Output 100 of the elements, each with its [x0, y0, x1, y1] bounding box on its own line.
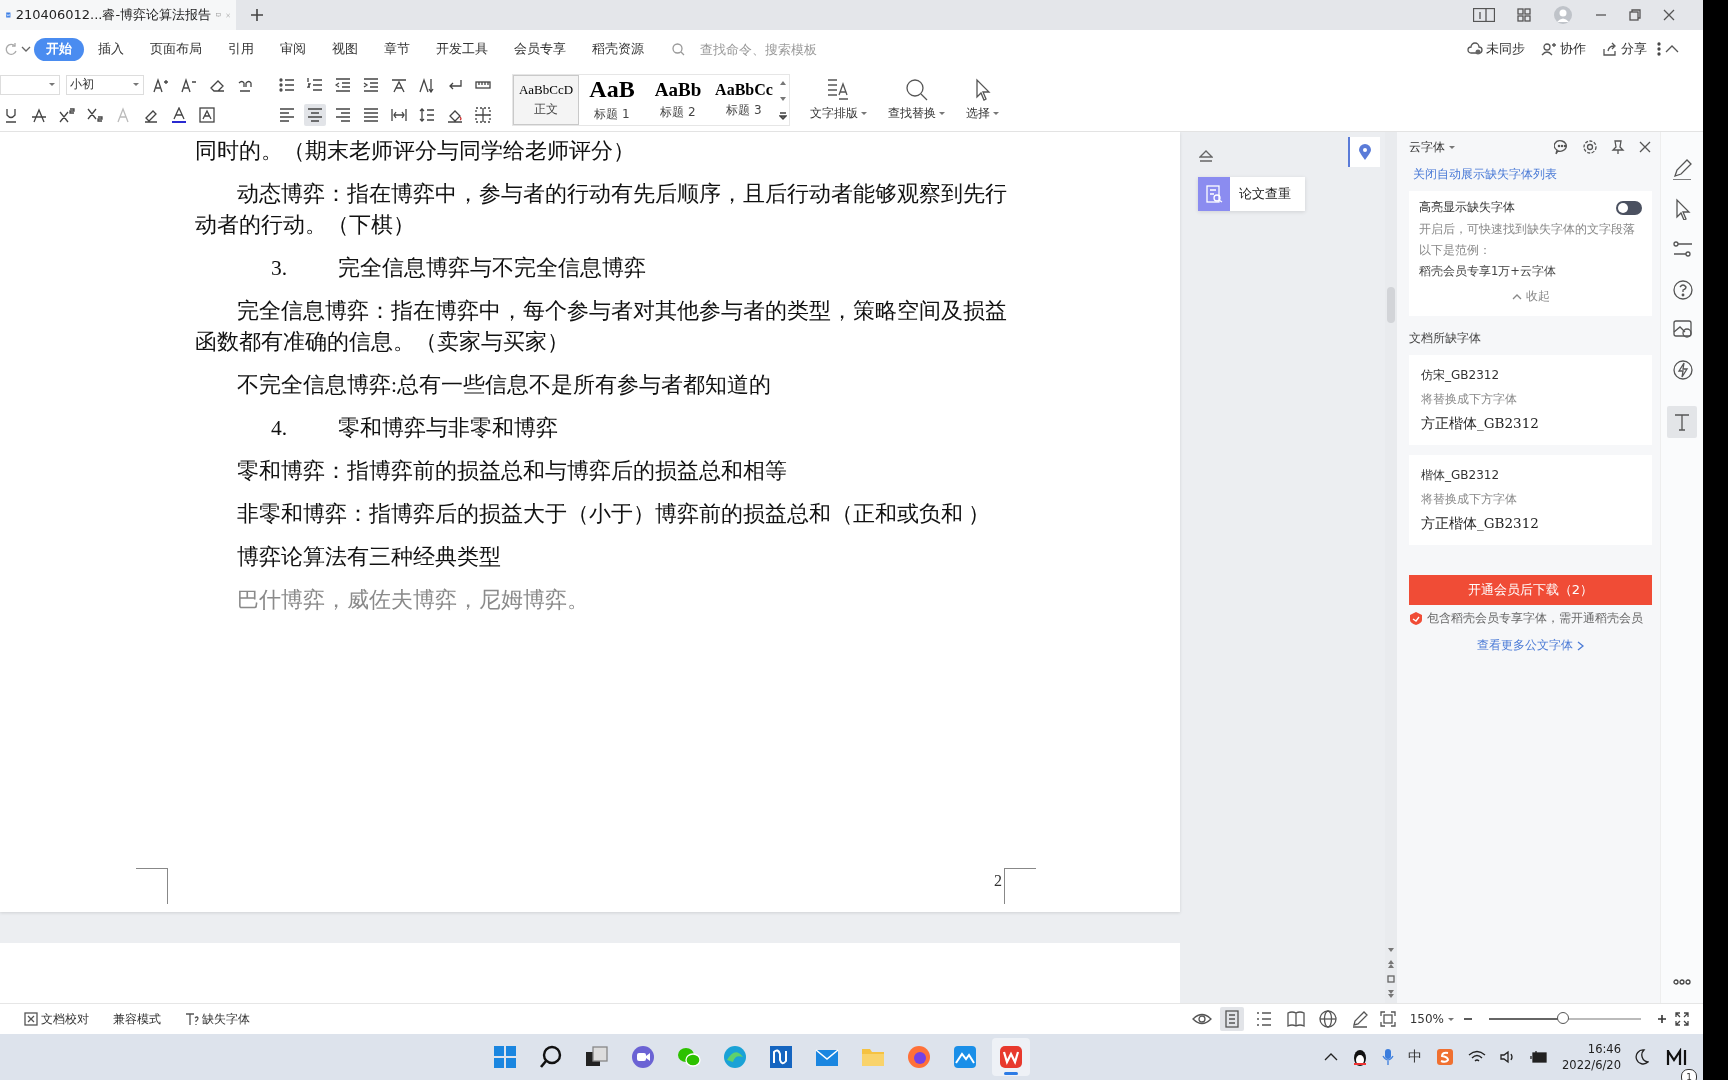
underline-icon[interactable]	[3, 106, 19, 123]
shrink-font-icon[interactable]	[181, 76, 197, 93]
more-icon[interactable]	[1673, 979, 1691, 985]
notice-text: 包含稻壳会员专享字体，需开通稻壳会员	[1427, 611, 1643, 626]
font-card[interactable]: 楷体_GB2312 将替换成下方字体 方正楷体_GB2312	[1409, 455, 1652, 545]
zoom-dropdown[interactable]: 150%	[1409, 1012, 1455, 1026]
font-size-field[interactable]: 小初	[66, 74, 144, 95]
keyboard-app-icon[interactable]	[1436, 1048, 1455, 1066]
grid-icon[interactable]	[1517, 8, 1531, 22]
font-color-icon[interactable]	[171, 106, 187, 123]
sidebar-tool-button[interactable]	[1667, 406, 1697, 438]
font-name-field[interactable]	[0, 74, 60, 95]
search-field[interactable]: 查找命令、搜索模板	[700, 41, 840, 57]
layout-icon[interactable]	[1473, 8, 1495, 22]
menu-tab[interactable]: 引用	[216, 37, 266, 61]
arrow-down-icon[interactable]	[1387, 947, 1395, 953]
toolbar-button[interactable]: 文字排版	[800, 77, 878, 122]
asian-layout-icon[interactable]	[391, 76, 407, 93]
superscript-icon[interactable]	[59, 106, 75, 123]
panel-title-dropdown[interactable]: 云字体	[1409, 138, 1456, 156]
toggle-switch[interactable]	[1616, 200, 1642, 215]
scroll-down-icon[interactable]	[779, 95, 787, 102]
toolbar-button[interactable]: 协作	[1535, 40, 1592, 58]
status-item[interactable]: 缺失字体	[173, 1010, 262, 1028]
lightning-icon[interactable]	[1671, 358, 1693, 380]
square-icon[interactable]	[1387, 975, 1395, 983]
download-button[interactable]: 开通会员后下载（2）	[1409, 575, 1652, 605]
status-item[interactable]: 兼容模式	[101, 1010, 173, 1028]
sliders-icon[interactable]	[1671, 238, 1693, 260]
clock-time[interactable]: 16:46	[1587, 1041, 1621, 1057]
toolbar-button[interactable]: 查找替换	[878, 77, 956, 122]
restore-icon[interactable]	[1629, 9, 1641, 21]
fit-screen-icon[interactable]	[1379, 1011, 1396, 1027]
comment-icon[interactable]	[1554, 139, 1570, 155]
toolbar-button[interactable]: 分享	[1596, 40, 1653, 58]
side-tool-button[interactable]: 论文查重	[1198, 177, 1305, 211]
image-icon[interactable]	[1671, 318, 1693, 340]
character-border-icon[interactable]	[199, 106, 215, 123]
microphone-icon[interactable]	[1382, 1048, 1395, 1066]
style-preset[interactable]: AaBbCc 标题 3	[711, 74, 777, 125]
moon-icon[interactable]	[1635, 1049, 1649, 1065]
view-mode-button[interactable]	[1219, 1007, 1244, 1031]
increase-indent-icon[interactable]	[363, 76, 379, 93]
location-button[interactable]	[1348, 137, 1380, 167]
menu-tab[interactable]: 稻壳资源	[580, 37, 656, 61]
menu-tab[interactable]: 插入	[86, 37, 136, 61]
pen-icon[interactable]	[1671, 158, 1693, 180]
sort-icon[interactable]	[419, 76, 435, 93]
previous-page-icon[interactable]	[1387, 959, 1395, 969]
more-fonts-link[interactable]: 查看更多公文字体	[1409, 636, 1652, 655]
zoom-slider-thumb[interactable]	[1557, 1012, 1570, 1024]
battery-icon[interactable]	[1530, 1050, 1549, 1064]
next-page-icon[interactable]	[1387, 989, 1395, 999]
fullscreen-icon[interactable]	[1675, 1012, 1689, 1026]
penguin-icon[interactable]	[1352, 1048, 1369, 1066]
menu-tab[interactable]: 会员专享	[502, 37, 578, 61]
clock-date[interactable]: 2022/6/20	[1562, 1057, 1621, 1073]
grow-font-icon[interactable]	[153, 76, 169, 93]
style-preset[interactable]: AaBbCcD 正文	[513, 74, 579, 125]
strikethrough-icon[interactable]	[31, 106, 47, 123]
panel-link[interactable]: 关闭自动展示缺失字体列表	[1413, 166, 1652, 183]
line-spacing-icon[interactable]	[419, 106, 435, 123]
decrease-indent-icon[interactable]	[335, 76, 351, 93]
more-icon[interactable]	[1657, 42, 1661, 56]
eject-icon[interactable]	[1199, 150, 1213, 162]
close-icon[interactable]	[1638, 140, 1652, 154]
toolbar-button[interactable]: 选择	[956, 77, 1010, 122]
scroll-up-icon[interactable]	[779, 79, 787, 86]
settings-icon[interactable]	[1582, 139, 1598, 155]
help-icon[interactable]	[1671, 278, 1693, 300]
replace-hint: 将替换成下方字体	[1421, 492, 1518, 507]
collapse-icon[interactable]	[1665, 44, 1679, 54]
status-item[interactable]: 文档校对	[0, 1010, 101, 1028]
collapse-button[interactable]: 收起	[1505, 287, 1556, 306]
menu-tab[interactable]: 开发工具	[424, 37, 500, 61]
close-icon[interactable]	[1663, 9, 1675, 21]
font-card[interactable]: 仿宋_GB2312 将替换成下方字体 方正楷体_GB2312	[1409, 355, 1652, 445]
menu-tab[interactable]: 视图	[320, 37, 370, 61]
borders-icon[interactable]	[475, 106, 491, 123]
input-method-indicator[interactable]: 中	[1408, 1048, 1423, 1066]
search-icon[interactable]	[672, 42, 685, 56]
notification-badge: 1	[1681, 1069, 1697, 1080]
plus-icon[interactable]	[250, 8, 264, 22]
bulleted-list-icon[interactable]	[279, 76, 295, 93]
align-button[interactable]	[304, 103, 326, 126]
menu-tab[interactable]: 审阅	[268, 37, 318, 61]
eye-icon[interactable]	[1191, 1012, 1212, 1026]
menu-tab[interactable]: 页面布局	[138, 37, 214, 61]
chevron-up-icon[interactable]	[1324, 1052, 1339, 1062]
zoom-in-icon[interactable]	[1657, 1014, 1667, 1024]
pin-icon[interactable]	[1610, 139, 1626, 155]
expand-icon[interactable]	[779, 111, 787, 120]
wifi-icon[interactable]	[1468, 1050, 1487, 1064]
style-preset[interactable]: AaBb 标题 2	[645, 74, 711, 125]
style-preset[interactable]: AaB 标题 1	[579, 74, 645, 125]
menu-tab[interactable]: 章节	[372, 37, 422, 61]
toolbar-button[interactable]: 未同步	[1461, 40, 1531, 58]
heading-number: 3.	[271, 255, 289, 282]
numbered-list-icon[interactable]	[307, 76, 323, 93]
subscript-icon[interactable]	[87, 106, 103, 123]
